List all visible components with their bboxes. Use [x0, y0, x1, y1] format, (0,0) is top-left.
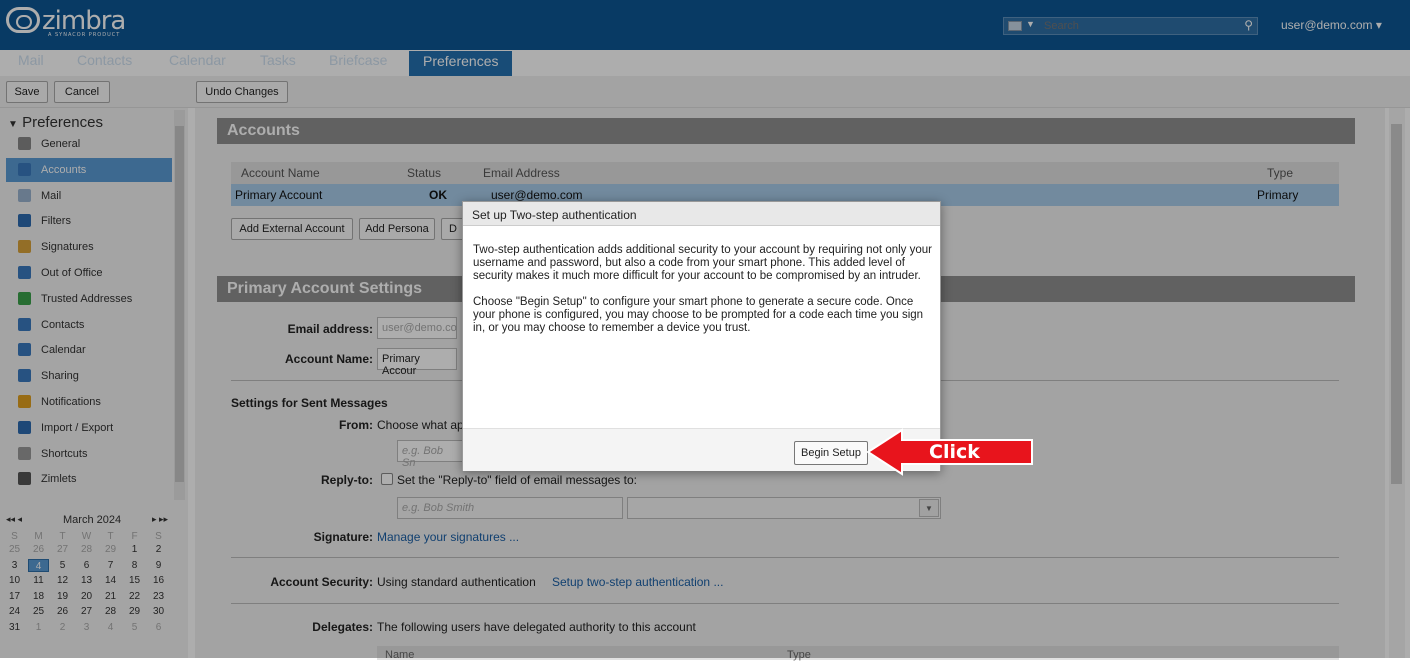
begin-setup-button[interactable]: Begin Setup	[794, 441, 868, 465]
dialog-body: Two-step authentication adds additional …	[473, 244, 933, 348]
dialog-paragraph: Choose "Begin Setup" to configure your s…	[473, 296, 924, 334]
dialog-paragraph: Two-step authentication adds additional …	[473, 244, 932, 282]
dialog-title: Set up Two-step authentication	[463, 202, 940, 226]
click-annotation-label: Click	[929, 441, 980, 463]
